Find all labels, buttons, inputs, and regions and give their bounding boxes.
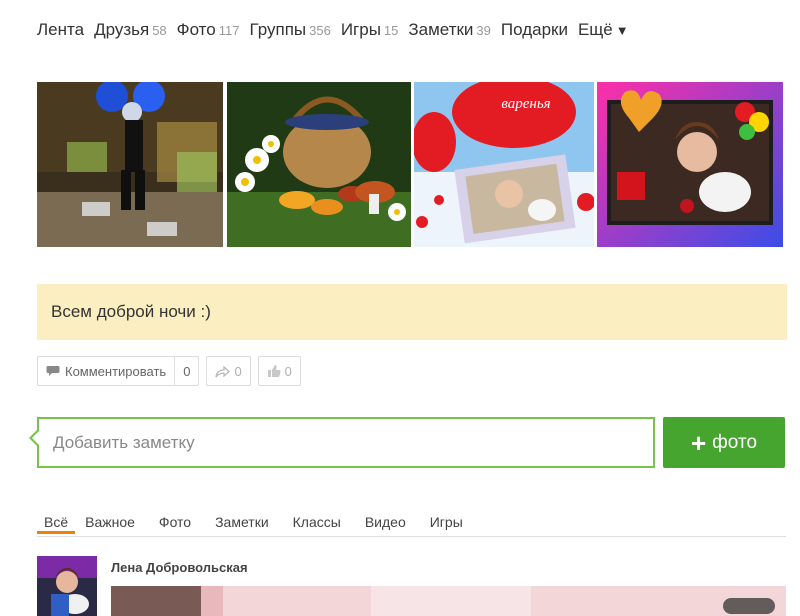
- post-image[interactable]: [111, 586, 786, 616]
- plus-icon: +: [690, 427, 707, 458]
- nav-count: 15: [383, 23, 399, 38]
- tab-video[interactable]: Видео: [365, 510, 406, 532]
- nav-item-more[interactable]: Ещё ▼: [578, 20, 629, 40]
- nav-count: 117: [218, 23, 240, 38]
- status-text: Всем доброй ночи :): [51, 302, 211, 321]
- photo-strip: варенья: [37, 82, 783, 247]
- comment-count: 0: [174, 357, 198, 385]
- nav-count: 356: [309, 23, 331, 38]
- photo-thumbnail[interactable]: [37, 82, 223, 247]
- comment-label: Комментировать: [65, 363, 167, 379]
- photo-thumbnail[interactable]: варенья: [414, 82, 594, 247]
- add-note-box: [29, 417, 655, 468]
- nav-item-feed[interactable]: Лента: [37, 20, 84, 40]
- author-name[interactable]: Лена Добровольская: [111, 560, 248, 575]
- nav-item-games[interactable]: Игры 15: [341, 20, 399, 40]
- nav-item-photos[interactable]: Фото 117: [177, 20, 240, 40]
- post-actions: Комментировать 0 0 0: [37, 356, 301, 386]
- tab-all[interactable]: Всё: [37, 510, 76, 534]
- comment-label-segment[interactable]: Комментировать: [38, 357, 174, 385]
- share-arrow-icon: [215, 365, 231, 377]
- photo-caption-text: варенья: [501, 96, 550, 112]
- like-button[interactable]: 0: [257, 356, 301, 386]
- tab-games[interactable]: Игры: [430, 510, 463, 532]
- add-photo-button[interactable]: + фото: [663, 417, 785, 468]
- share-count: 0: [234, 363, 242, 379]
- tab-important[interactable]: Важное: [85, 510, 135, 532]
- photo-thumbnail[interactable]: [597, 82, 783, 247]
- nav-item-gifts[interactable]: Подарки: [501, 20, 568, 40]
- nav-count: 58: [152, 23, 167, 38]
- add-note-input[interactable]: [37, 417, 655, 468]
- share-button[interactable]: 0: [206, 356, 251, 386]
- chevron-down-icon: ▼: [615, 23, 629, 38]
- status-message: Всем доброй ночи :): [37, 284, 787, 340]
- photo-thumbnail[interactable]: [227, 82, 411, 247]
- nav-count: 39: [476, 23, 491, 38]
- tab-photo[interactable]: Фото: [159, 510, 191, 532]
- thumbs-up-icon: [267, 365, 281, 377]
- nav-item-notes[interactable]: Заметки 39: [408, 20, 491, 40]
- tab-notes[interactable]: Заметки: [215, 510, 269, 532]
- like-count: 0: [284, 363, 292, 379]
- comment-button[interactable]: Комментировать 0: [37, 356, 200, 386]
- add-photo-label: фото: [712, 431, 758, 453]
- feed-filter-tabs: Всё Важное Фото Заметки Классы Видео Игр…: [37, 510, 786, 537]
- tab-likes[interactable]: Классы: [293, 510, 341, 532]
- nav-item-friends[interactable]: Друзья 58: [94, 20, 167, 40]
- profile-nav: Лента Друзья 58 Фото 117 Группы 356 Игры 15 …: [37, 20, 629, 40]
- author-avatar[interactable]: [37, 556, 97, 616]
- speech-bubble-icon: [46, 366, 60, 376]
- nav-item-groups[interactable]: Группы 356: [249, 20, 330, 40]
